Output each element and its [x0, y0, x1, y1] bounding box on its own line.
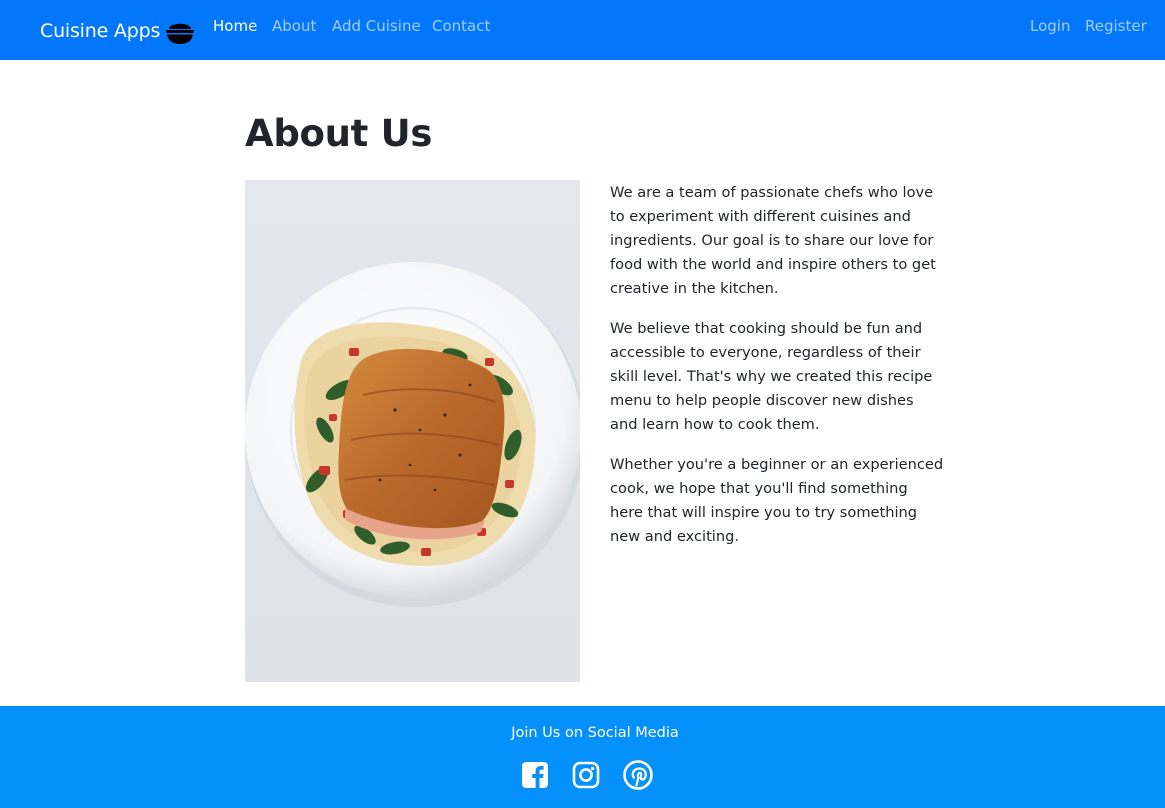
instagram-icon[interactable]: [571, 760, 601, 790]
page-title: About Us: [245, 112, 433, 155]
nav-about-link[interactable]: About: [272, 17, 316, 35]
brand-link[interactable]: Cuisine Apps: [40, 16, 196, 46]
navbar: Cuisine Apps Home About Add Cuisine Cont…: [0, 0, 1165, 60]
nav-login-link[interactable]: Login: [1030, 17, 1070, 35]
footer-title: Join Us on Social Media: [511, 725, 679, 741]
pinterest-icon[interactable]: [623, 760, 653, 790]
about-paragraph-2: We believe that cooking should be fun an…: [610, 320, 933, 433]
salmon-dish-image: [245, 180, 580, 682]
facebook-icon[interactable]: [520, 760, 550, 790]
about-paragraph-3: Whether you're a beginner or an experien…: [610, 456, 944, 545]
nav-home-link[interactable]: Home: [213, 17, 257, 35]
rice-bowl-icon: [166, 23, 195, 44]
about-text: We are a team of passionate chefs who lo…: [610, 181, 945, 565]
brand-name: Cuisine Apps: [40, 20, 161, 42]
about-paragraph-1: We are a team of passionate chefs who lo…: [610, 184, 936, 297]
nav-add-cuisine-link[interactable]: Add Cuisine: [332, 17, 421, 35]
nav-contact-link[interactable]: Contact: [432, 17, 490, 35]
footer: Join Us on Social Media: [0, 706, 1165, 808]
nav-register-link[interactable]: Register: [1085, 17, 1147, 35]
